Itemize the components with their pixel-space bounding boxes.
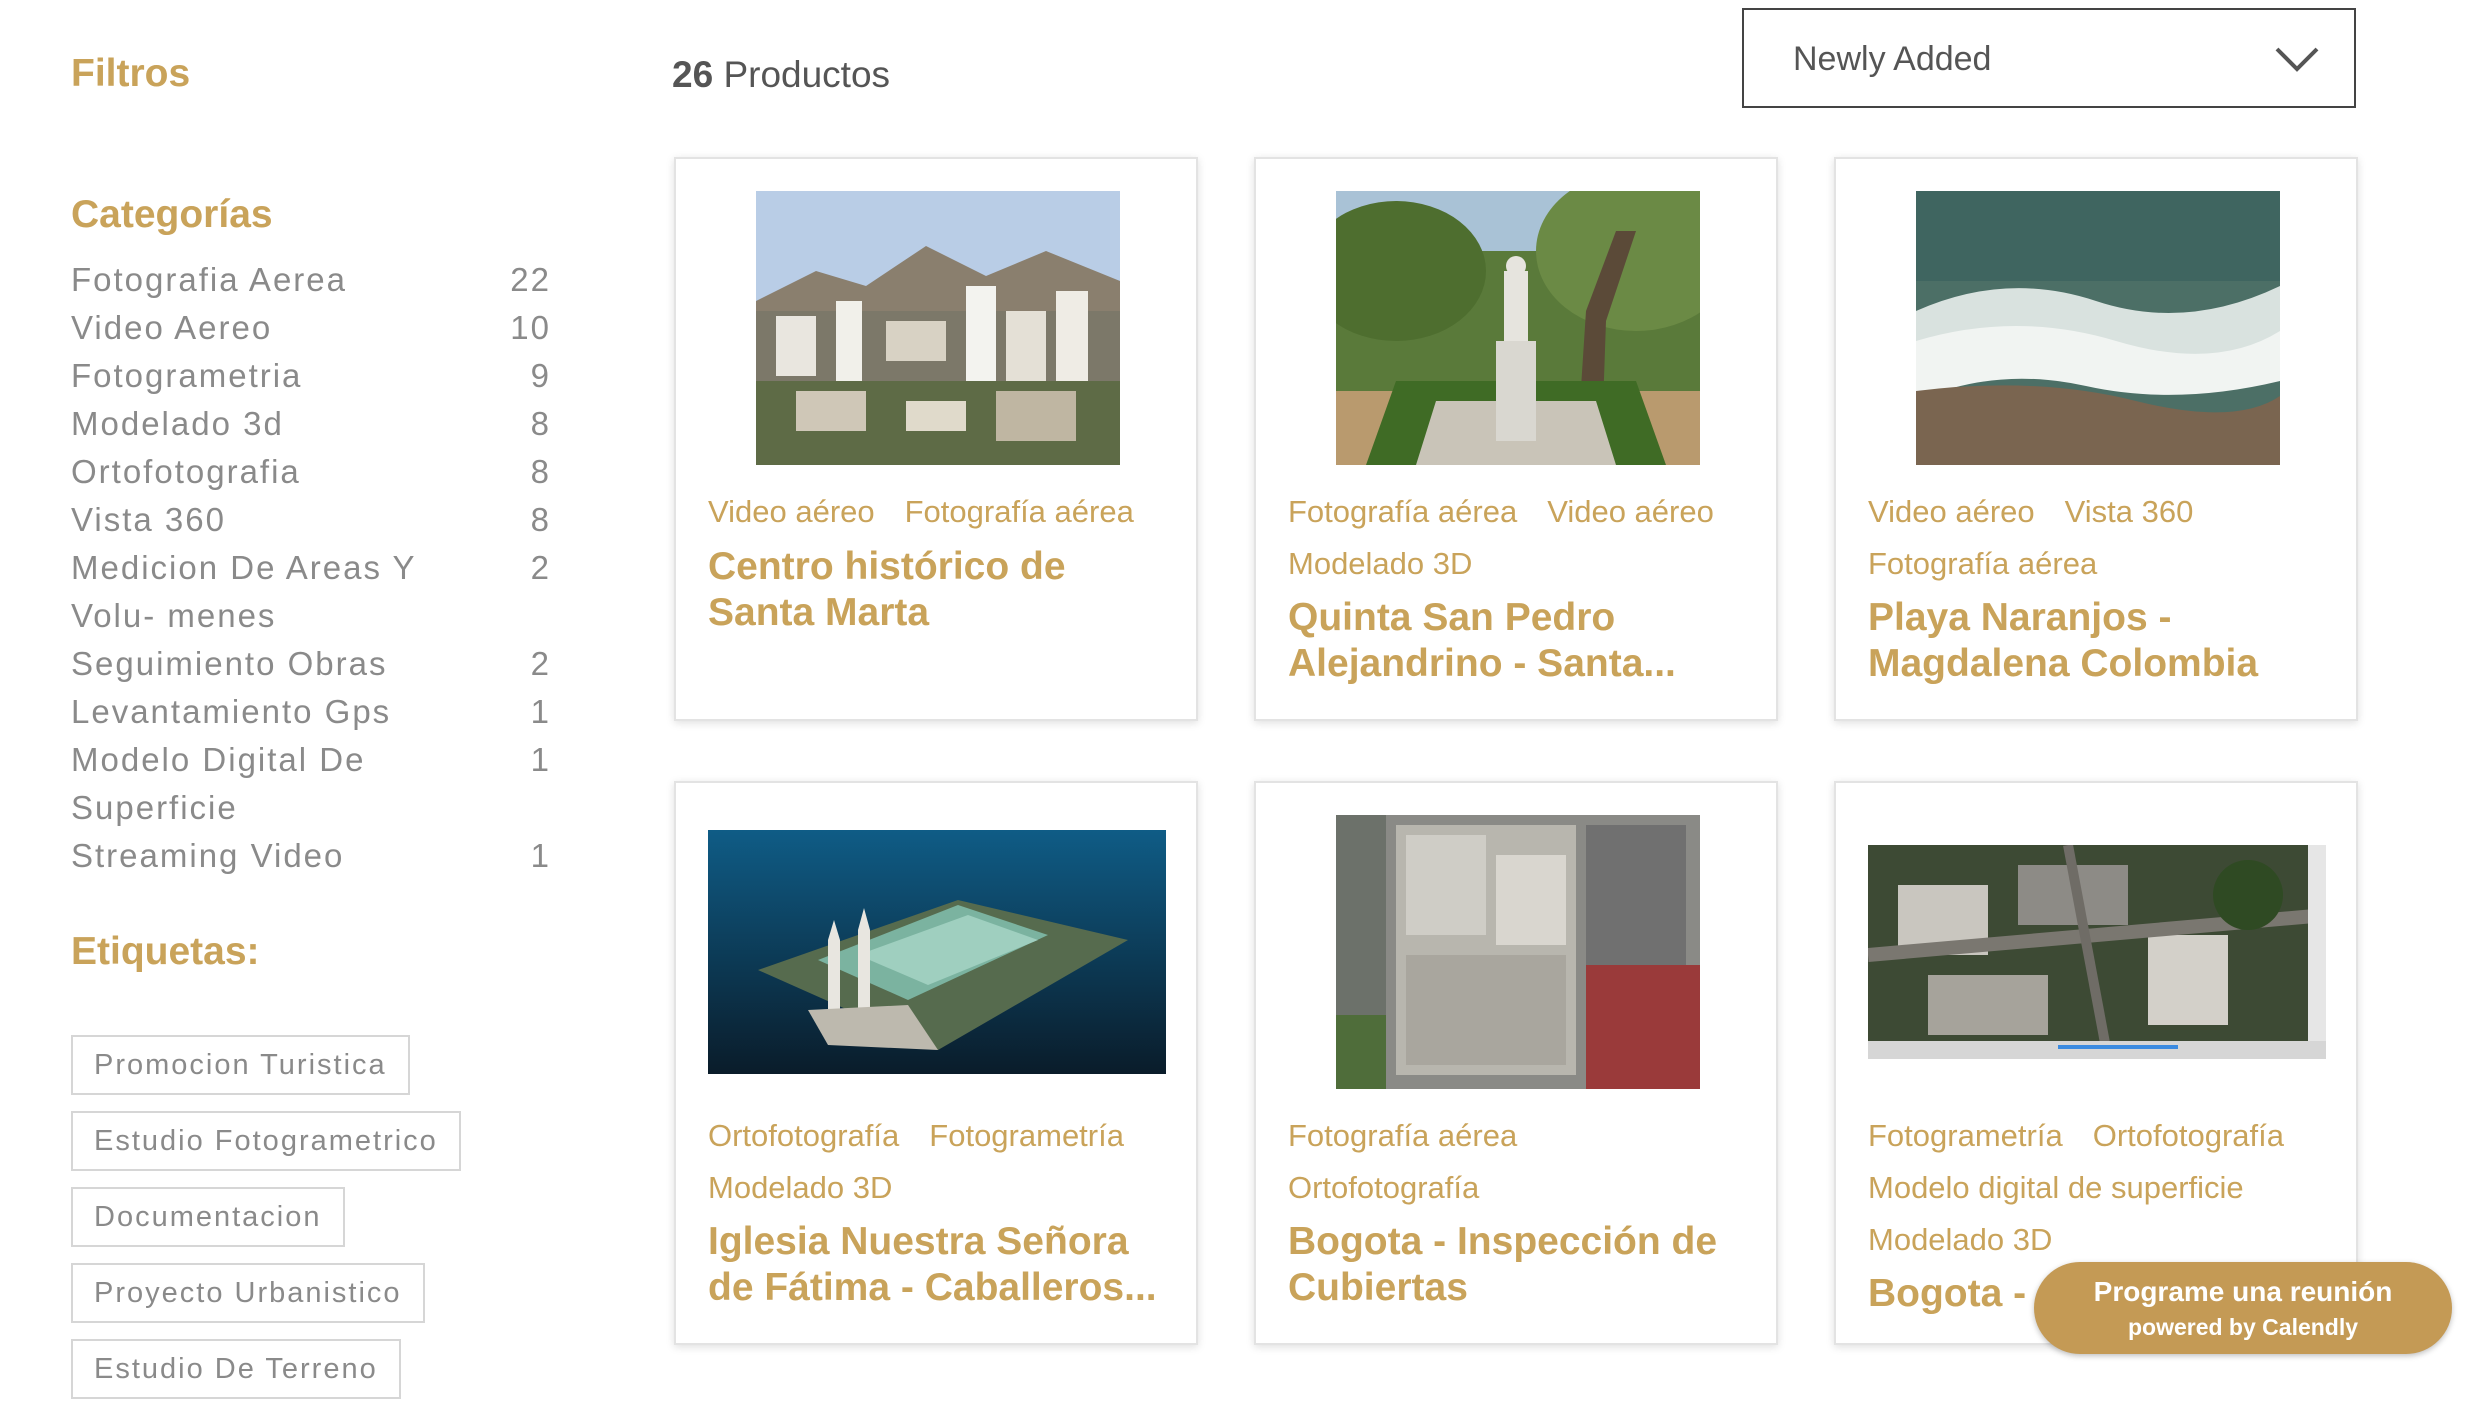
product-tags: Fotogrametría OrtofotografíaModelo digita…	[1868, 1110, 2340, 1266]
product-count-label: Productos	[723, 54, 891, 95]
product-image-roofs	[1336, 815, 1700, 1089]
filters-sidebar: Filtros Categorías Fotografia Aerea 22 Vid…	[0, 0, 620, 1399]
product-tag[interactable]: Ortofotografía	[708, 1110, 899, 1162]
category-name: Modelo Digital De Superficie	[71, 741, 366, 826]
category-name: Seguimiento Obras	[71, 645, 388, 682]
product-tags: Fotografía aérea Video aéreo Modelado 3D	[1288, 486, 1760, 590]
category-count: 2	[530, 645, 551, 682]
product-tags: Video aéreo Fotografía aérea	[708, 486, 1180, 538]
category-count: 2	[530, 549, 551, 586]
product-card[interactable]: Ortofotografía Fotogrametría Modelado 3D I…	[674, 781, 1198, 1345]
category-name: Medicion De Areas Y Volu- menes	[71, 549, 416, 634]
chevron-down-icon	[2275, 47, 2319, 72]
tag-chip[interactable]: Promocion Turistica	[71, 1035, 410, 1095]
category-item[interactable]: Fotogrametria 9	[71, 352, 551, 400]
product-card[interactable]: Fotografía aéreaOrtofotografía Bogota - …	[1254, 781, 1778, 1345]
product-tag[interactable]: Modelado 3D	[1288, 538, 1472, 590]
product-tag[interactable]: Modelo digital de superficie	[1868, 1162, 2244, 1214]
product-tag[interactable]: Video aéreo	[708, 486, 875, 538]
category-item[interactable]: Modelado 3d 8	[71, 400, 551, 448]
sort-selected-value: Newly Added	[1793, 40, 1992, 78]
category-count: 1	[530, 837, 551, 874]
tag-chip[interactable]: Estudio Fotogrametrico	[71, 1111, 461, 1171]
category-item[interactable]: Video Aereo 10	[71, 304, 551, 352]
product-image-aerial-map	[1868, 845, 2326, 1059]
product-card[interactable]: Fotogrametría OrtofotografíaModelo digita…	[1834, 781, 2358, 1345]
filters-title: Filtros	[71, 52, 191, 95]
category-name: Ortofotografia	[71, 453, 301, 490]
category-item[interactable]: Levantamiento Gps 1	[71, 688, 551, 736]
product-title[interactable]: Quinta San Pedro Alejandrino - Santa...	[1288, 595, 1758, 687]
category-name: Vista 360	[71, 501, 226, 538]
product-image-monument	[1336, 191, 1700, 465]
tag-chip[interactable]: Proyecto Urbanistico	[71, 1263, 425, 1323]
product-card[interactable]: Video aéreo Vista 360Fotografía aérea Pla…	[1834, 157, 2358, 721]
product-tag[interactable]: Fotografía aérea	[1868, 538, 2097, 590]
product-count: 26 Productos	[672, 54, 890, 96]
product-tag[interactable]: Ortofotografía	[1288, 1162, 1479, 1214]
category-count: 1	[530, 693, 551, 730]
product-image-church-model	[708, 830, 1166, 1074]
product-title[interactable]: Playa Naranjos - Magdalena Colombia	[1868, 595, 2338, 687]
product-tag[interactable]: Fotogrametría	[1868, 1110, 2063, 1162]
product-image-beach	[1916, 191, 2280, 465]
product-tag[interactable]: Vista 360	[2065, 486, 2194, 538]
calendly-main-label: Programe una reunión	[2093, 1276, 2393, 1307]
category-count: 8	[530, 501, 551, 538]
category-item[interactable]: Vista 360 8	[71, 496, 551, 544]
category-count: 9	[530, 357, 551, 394]
category-item[interactable]: Fotografia Aerea 22	[71, 256, 551, 304]
product-tag[interactable]: Ortofotografía	[2093, 1110, 2284, 1162]
category-name: Modelado 3d	[71, 405, 284, 442]
product-tag[interactable]: Fotografía aérea	[1288, 486, 1517, 538]
category-count: 8	[530, 453, 551, 490]
calendly-schedule-button[interactable]: Programe una reunión powered by Calendly	[2034, 1262, 2452, 1354]
tags-title: Etiquetas:	[71, 930, 260, 973]
product-tag[interactable]: Modelado 3D	[1868, 1214, 2052, 1266]
product-tags: Ortofotografía Fotogrametría Modelado 3D	[708, 1110, 1180, 1214]
product-title[interactable]: Centro histórico de Santa Marta	[708, 544, 1178, 636]
category-name: Video Aereo	[71, 309, 273, 346]
product-title[interactable]: Iglesia Nuestra Señora de Fátima - Cabal…	[708, 1219, 1178, 1311]
product-tag[interactable]: Video aéreo	[1547, 486, 1714, 538]
product-tag[interactable]: Modelado 3D	[708, 1162, 892, 1214]
category-item[interactable]: Modelo Digital De Superficie 1	[71, 736, 551, 832]
product-count-number: 26	[672, 54, 714, 95]
tag-chip[interactable]: Estudio De Terreno	[71, 1339, 401, 1399]
category-item[interactable]: Seguimiento Obras 2	[71, 640, 551, 688]
product-tag[interactable]: Video aéreo	[1868, 486, 2035, 538]
category-count: 1	[530, 741, 551, 778]
tag-chip[interactable]: Documentacion	[71, 1187, 345, 1247]
category-name: Levantamiento Gps	[71, 693, 392, 730]
category-name: Fotogrametria	[71, 357, 303, 394]
calendly-sub-label: powered by Calendly	[2127, 1314, 2359, 1340]
category-item[interactable]: Streaming Video 1	[71, 832, 551, 880]
sort-select[interactable]: Newly Added	[1742, 8, 2356, 108]
product-tag[interactable]: Fotografía aérea	[905, 486, 1134, 538]
category-count: 10	[510, 309, 551, 346]
category-count: 8	[530, 405, 551, 442]
product-tags: Video aéreo Vista 360Fotografía aérea	[1868, 486, 2340, 590]
category-name: Streaming Video	[71, 837, 345, 874]
product-card[interactable]: Fotografía aérea Video aéreo Modelado 3D Q…	[1254, 157, 1778, 721]
category-item[interactable]: Medicion De Areas Y Volu- menes 2	[71, 544, 551, 640]
category-list: Fotografia Aerea 22 Video Aereo 10 Fotograme…	[71, 256, 551, 880]
product-tags: Fotografía aéreaOrtofotografía	[1288, 1110, 1760, 1214]
category-name: Fotografia Aerea	[71, 261, 347, 298]
category-item[interactable]: Ortofotografia 8	[71, 448, 551, 496]
product-tag[interactable]: Fotografía aérea	[1288, 1110, 1517, 1162]
product-card[interactable]: Video aéreo Fotografía aérea Centro histó…	[674, 157, 1198, 721]
product-image-city	[756, 191, 1120, 465]
categories-title: Categorías	[71, 193, 273, 236]
tag-list: Promocion Turistica Estudio Fotogrametric…	[71, 1035, 591, 1415]
product-title[interactable]: Bogota - Inspección de Cubiertas	[1288, 1219, 1758, 1311]
category-count: 22	[510, 261, 551, 298]
product-tag[interactable]: Fotogrametría	[929, 1110, 1124, 1162]
